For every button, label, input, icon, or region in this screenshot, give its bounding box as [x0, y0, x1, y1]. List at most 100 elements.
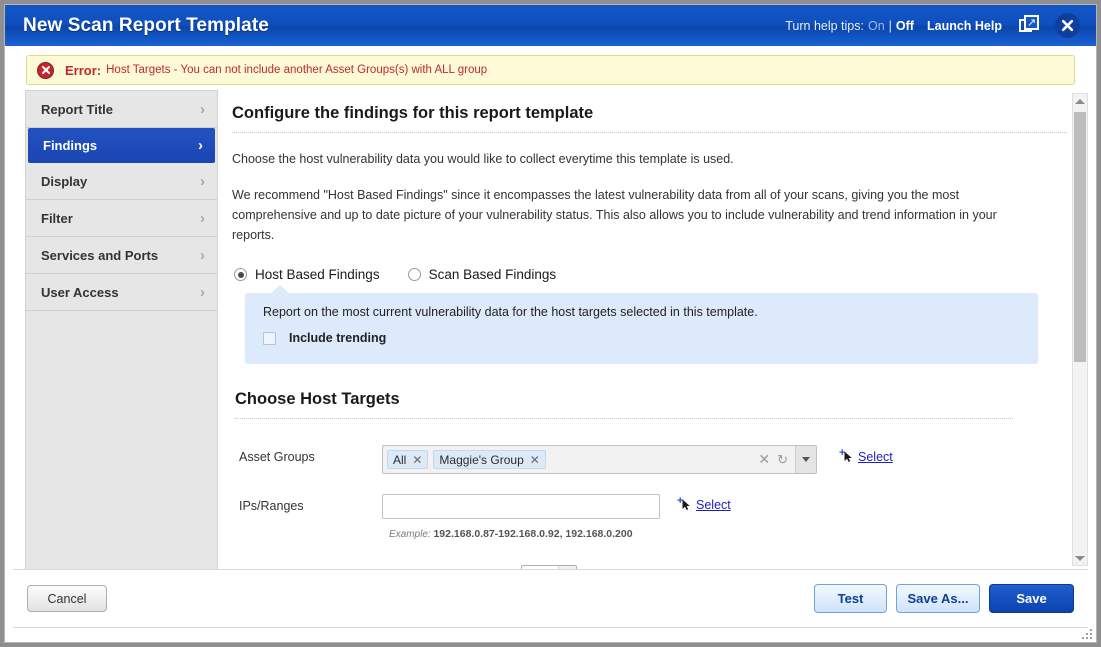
cursor-plus-icon: + [677, 497, 693, 513]
findings-paragraph-1: Choose the host vulnerability data you w… [232, 149, 1018, 169]
radio-selected-icon [234, 268, 247, 281]
title-bar: New Scan Report Template Turn help tips:… [5, 5, 1096, 46]
error-circle-icon [37, 62, 54, 79]
caret-shape [1075, 99, 1085, 104]
maximize-icon-arrow: ↗ [1027, 18, 1036, 29]
cursor-arrow-glyph [682, 498, 691, 516]
main-content: Configure the findings for this report t… [218, 90, 1067, 569]
caret-shape [1075, 556, 1085, 561]
help-tips-off-link[interactable]: Off [896, 19, 914, 33]
radio-label: Scan Based Findings [429, 267, 557, 282]
scrollbar-thumb[interactable] [1074, 112, 1086, 362]
sidebar-item-filter[interactable]: Filter › [26, 200, 217, 237]
clear-icon[interactable]: ✕ [758, 451, 770, 468]
radio-unselected-icon [408, 268, 421, 281]
ips-ranges-example: Example: 192.168.0.87-192.168.0.92, 192.… [389, 528, 1067, 540]
select-link-text: Select [696, 498, 731, 512]
sidebar-item-label: Services and Ports [41, 248, 200, 263]
asset-groups-label: Asset Groups [232, 445, 382, 464]
sidebar-item-label: User Access [41, 285, 200, 300]
help-tips-separator: | [889, 19, 892, 33]
include-trending-label: Include trending [289, 331, 386, 345]
sidebar-item-label: Findings [43, 138, 198, 153]
cursor-arrow-glyph [844, 450, 853, 468]
asset-tags-match-select[interactable]: Any [521, 565, 577, 569]
maximize-icon[interactable]: ↗ [1019, 15, 1040, 36]
select-link-text: Select [858, 450, 893, 464]
sidebar-item-user-access[interactable]: User Access › [26, 274, 217, 311]
footer-action-buttons: Test Save As... Save [814, 584, 1074, 613]
error-message: Host Targets - You can not include anoth… [106, 64, 487, 76]
chevron-right-icon: › [200, 174, 205, 189]
host-targets-divider [235, 418, 1013, 419]
resize-grip[interactable] [1081, 628, 1092, 639]
asset-groups-input[interactable]: All ✕ Maggie's Group ✕ ✕ ↻ [382, 445, 817, 474]
sidebar-item-display[interactable]: Display › [26, 163, 217, 200]
page-title: New Scan Report Template [23, 15, 269, 37]
chevron-right-icon: › [200, 102, 205, 117]
host-targets-heading: Choose Host Targets [232, 364, 1067, 418]
findings-paragraph-2: We recommend "Host Based Findings" since… [232, 185, 1018, 245]
asset-group-chip-maggies-group[interactable]: Maggie's Group ✕ [433, 450, 545, 469]
heading-divider [232, 132, 1067, 133]
cursor-plus-icon: + [839, 449, 855, 465]
help-tips-on-link[interactable]: On [868, 19, 885, 33]
dialog-body: Report Title › Findings › Display › Filt… [5, 85, 1096, 569]
findings-type-radio-group: Host Based Findings Scan Based Findings [234, 267, 1067, 282]
sidebar-item-report-title[interactable]: Report Title › [26, 91, 217, 128]
ips-ranges-label: IPs/Ranges [232, 494, 382, 513]
info-panel-pointer [271, 285, 289, 293]
launch-help-link[interactable]: Launch Help [927, 19, 1002, 33]
save-button[interactable]: Save [989, 584, 1074, 613]
radio-scan-based-findings[interactable]: Scan Based Findings [408, 267, 557, 282]
close-small-icon[interactable]: ✕ [412, 453, 422, 467]
chevron-right-icon: › [200, 211, 205, 226]
main-panel-wrapper: Configure the findings for this report t… [218, 90, 1096, 569]
info-panel-text: Report on the most current vulnerability… [263, 305, 1038, 319]
desktop-background: New Scan Report Template Turn help tips:… [0, 0, 1101, 647]
save-as-button[interactable]: Save As... [896, 584, 980, 613]
sidebar-item-label: Report Title [41, 102, 200, 117]
chevron-right-icon: › [200, 248, 205, 263]
close-icon[interactable] [1055, 13, 1080, 38]
title-bar-controls: Turn help tips: On | Off Launch Help ↗ [785, 13, 1080, 38]
help-tips-label: Turn help tips: [785, 19, 864, 33]
asset-group-chip-all[interactable]: All ✕ [387, 450, 428, 469]
findings-info-panel: Report on the most current vulnerability… [245, 293, 1038, 364]
example-value: 192.168.0.87-192.168.0.92, 192.168.0.200 [433, 528, 632, 540]
sidebar-item-services-and-ports[interactable]: Services and Ports › [26, 237, 217, 274]
chevron-right-icon: › [198, 138, 203, 153]
asset-tags-sentence: Include hosts that have Any of the tags … [382, 565, 680, 569]
chevron-right-icon: › [200, 285, 205, 300]
findings-section-heading: Configure the findings for this report t… [232, 90, 1067, 132]
radio-label: Host Based Findings [255, 267, 380, 282]
error-banner-zone: Error: Host Targets - You can not includ… [5, 46, 1096, 85]
ips-ranges-select-link[interactable]: + Select [677, 494, 731, 513]
bottom-divider [13, 627, 1088, 628]
close-small-icon[interactable]: ✕ [530, 453, 540, 467]
chevron-down-icon[interactable] [795, 446, 816, 473]
include-trending-checkbox[interactable]: Include trending [263, 331, 1038, 345]
chip-label: All [393, 453, 406, 467]
sidebar-item-findings[interactable]: Findings › [28, 128, 215, 163]
radio-host-based-findings[interactable]: Host Based Findings [234, 267, 380, 282]
sidebar-item-label: Display [41, 174, 200, 189]
ips-ranges-input[interactable] [382, 494, 660, 519]
asset-tags-row: Asset Tags Include hosts that have Any o… [232, 565, 1067, 569]
chevron-up-icon[interactable] [1073, 94, 1087, 108]
refresh-icon[interactable]: ↻ [777, 452, 788, 468]
asset-groups-select-link[interactable]: + Select [839, 445, 893, 465]
test-button[interactable]: Test [814, 584, 887, 613]
dialog-footer: Cancel Test Save As... Save [5, 570, 1096, 627]
chevron-down-icon[interactable] [558, 566, 576, 569]
caret-shape [802, 457, 810, 462]
chip-label: Maggie's Group [439, 453, 523, 467]
checkbox-unchecked-icon [263, 332, 276, 345]
dialog-window: New Scan Report Template Turn help tips:… [4, 4, 1097, 643]
chevron-down-icon[interactable] [1073, 551, 1087, 565]
error-label: Error: [65, 63, 101, 78]
main-scrollbar[interactable] [1072, 93, 1088, 566]
sidebar-item-label: Filter [41, 211, 200, 226]
example-label: Example: [389, 529, 431, 540]
cancel-button[interactable]: Cancel [27, 585, 107, 612]
